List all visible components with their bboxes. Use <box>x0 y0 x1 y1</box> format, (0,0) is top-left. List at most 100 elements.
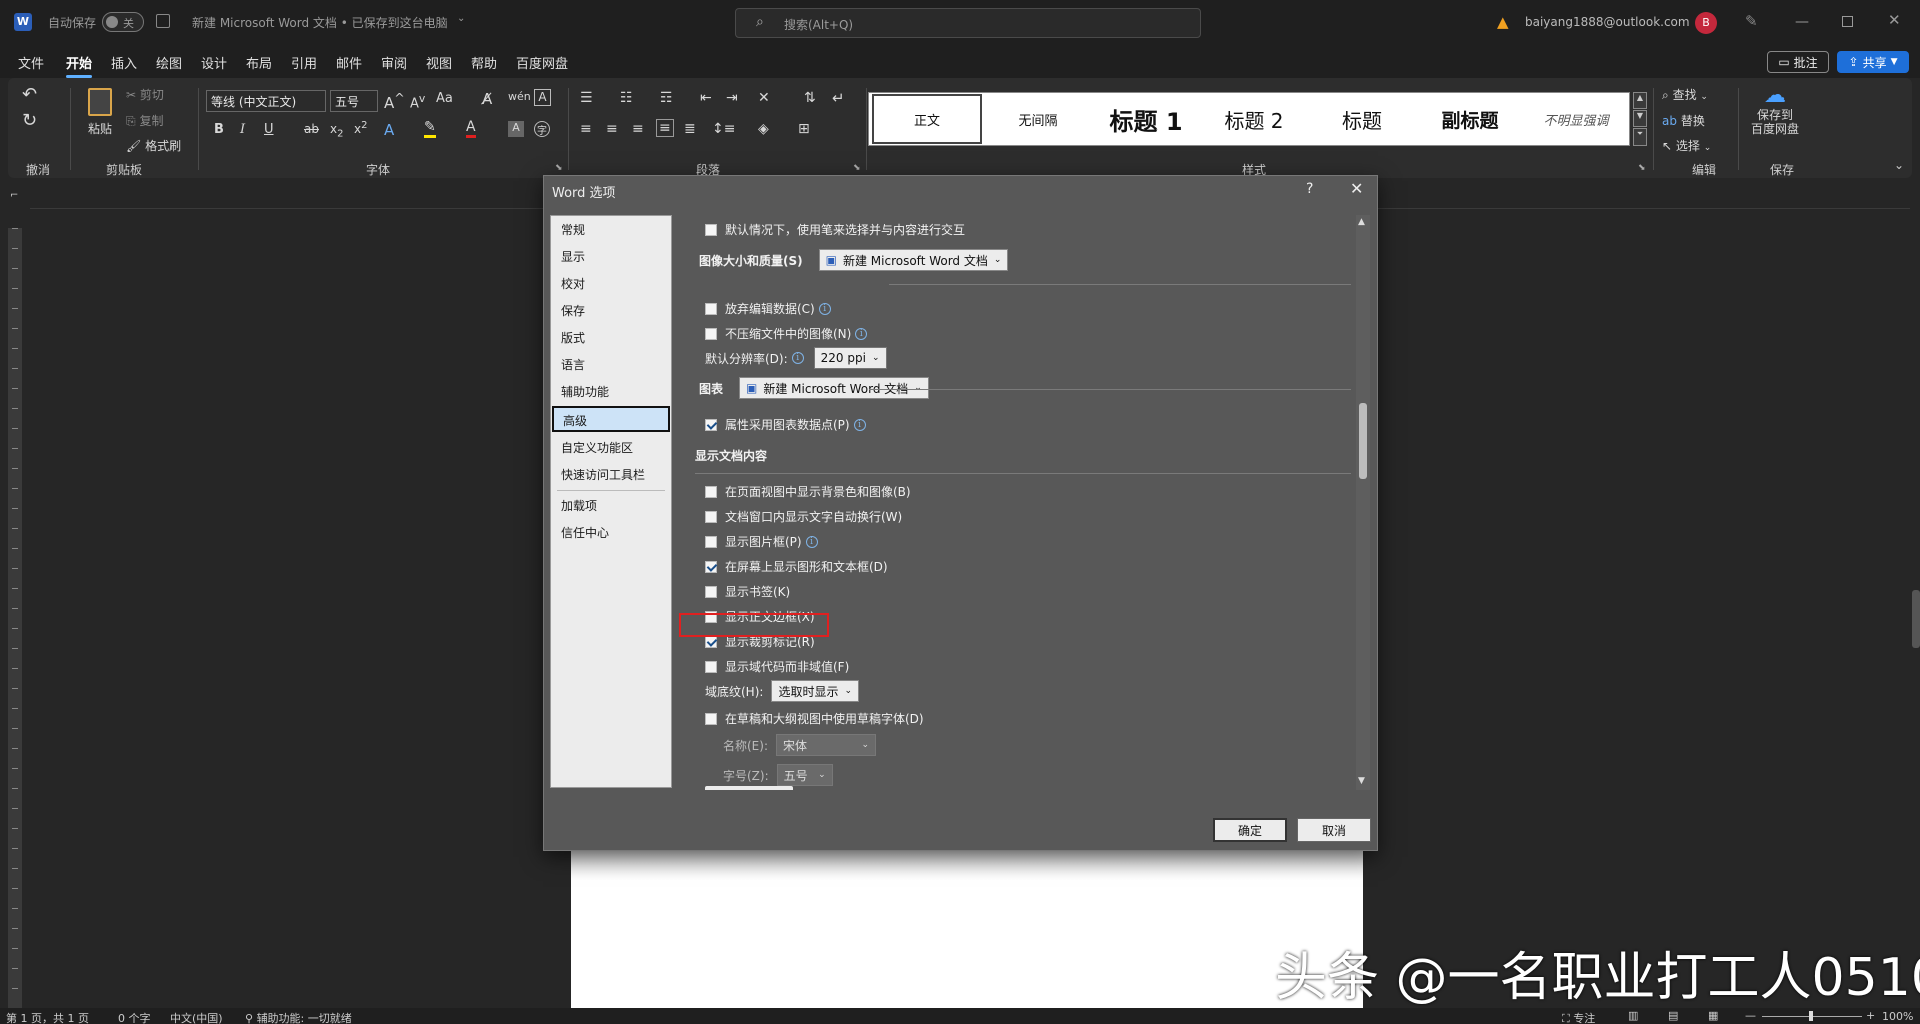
style-normal[interactable]: 正文 <box>872 94 982 144</box>
no-compress-option[interactable]: 不压缩文件中的图像(N) i <box>705 325 868 342</box>
paste-button[interactable]: 粘贴 <box>82 88 118 137</box>
nav-item-accessibility[interactable]: 辅助功能 <box>561 383 609 400</box>
align-left-icon[interactable]: ≡ <box>580 121 592 137</box>
underline-icon[interactable]: U <box>264 122 274 137</box>
borders-icon[interactable]: ⊞ <box>798 121 810 137</box>
minimize-icon[interactable]: — <box>1795 14 1809 30</box>
word-count[interactable]: 0 个字 <box>118 1010 151 1024</box>
restore-icon[interactable] <box>1842 16 1853 27</box>
style-subtle-emphasis[interactable]: 不明显强调 <box>1526 94 1626 144</box>
help-icon[interactable]: ? <box>1306 181 1313 197</box>
opt-draft-font[interactable]: 在草稿和大纲视图中使用草稿字体(D) <box>705 710 924 727</box>
nav-item-display[interactable]: 显示 <box>561 248 585 265</box>
tab-insert[interactable]: 插入 <box>111 53 137 72</box>
styles-dialog-launcher-icon[interactable]: ⬊ <box>1638 163 1646 173</box>
style-heading-2[interactable]: 标题 2 <box>1202 94 1306 144</box>
ok-button[interactable]: 确定 <box>1213 818 1287 842</box>
comment-button[interactable]: ▭ 批注 <box>1767 51 1829 73</box>
nav-item-customize-ribbon[interactable]: 自定义功能区 <box>561 439 633 456</box>
save-to-baidu-button[interactable]: ☁ 保存到 百度网盘 <box>1748 84 1802 137</box>
change-case-icon[interactable]: Aa <box>436 91 453 106</box>
highlight-icon[interactable]: ✎ <box>424 119 436 138</box>
font-name-select[interactable]: 等线 (中文正文) <box>206 90 326 112</box>
styles-scroll-down-icon[interactable]: ▼ <box>1633 110 1647 127</box>
opt-field-codes[interactable]: 显示域代码而非域值(F) <box>705 658 849 675</box>
nav-item-addins[interactable]: 加载项 <box>561 497 597 514</box>
read-mode-icon[interactable]: ▥ <box>1628 1009 1638 1022</box>
styles-scroll-up-icon[interactable]: ▲ <box>1633 92 1647 109</box>
warning-icon[interactable]: ▲ <box>1497 13 1509 31</box>
tab-design[interactable]: 设计 <box>201 53 227 72</box>
tab-references[interactable]: 引用 <box>291 53 317 72</box>
autosave-toggle[interactable]: 关 <box>102 12 144 32</box>
resolution-select[interactable]: 220 ppi ⌄ <box>813 347 887 369</box>
zoom-in-icon[interactable]: + <box>1866 1009 1875 1022</box>
line-spacing-icon[interactable]: ↕≡ <box>712 121 735 137</box>
distribute-icon[interactable]: ≣ <box>684 121 696 137</box>
scroll-up-icon[interactable]: ▲ <box>1358 217 1365 227</box>
grow-font-icon[interactable]: A^ <box>384 90 405 112</box>
copy-button[interactable]: ⎘ 复制 <box>126 112 163 129</box>
zoom-out-icon[interactable]: — <box>1745 1009 1756 1022</box>
zoom-slider[interactable] <box>1762 1011 1862 1021</box>
web-layout-icon[interactable]: ▦ <box>1708 1009 1718 1022</box>
italic-icon[interactable]: I <box>240 122 245 137</box>
focus-button[interactable]: ⛶ 专注 <box>1562 1010 1595 1024</box>
draft-font-size-select[interactable]: 五号 ⌄ <box>776 764 833 786</box>
checkbox[interactable] <box>705 585 717 598</box>
checkbox[interactable] <box>705 510 717 523</box>
nav-item-language[interactable]: 语言 <box>561 356 585 373</box>
right-scroll-handle[interactable] <box>1912 590 1920 648</box>
show-marks-icon[interactable]: ↵ <box>832 89 845 107</box>
redo-icon[interactable]: ↻ <box>22 110 37 131</box>
style-heading-1[interactable]: 标题 1 <box>1094 94 1198 144</box>
document-title[interactable]: 新建 Microsoft Word 文档 • 已保存到这台电脑 <box>192 14 448 31</box>
draft-font-name-select[interactable]: 宋体 ⌄ <box>776 734 876 756</box>
tab-home[interactable]: 开始 <box>66 53 93 78</box>
char-border-icon[interactable]: A <box>534 89 551 106</box>
close-icon[interactable]: ✕ <box>1888 11 1901 29</box>
tab-review[interactable]: 审阅 <box>381 53 407 72</box>
subscript-icon[interactable]: x2 <box>330 122 343 139</box>
nav-item-proofing[interactable]: 校对 <box>561 275 585 292</box>
decrease-indent-icon[interactable]: ⇤ <box>700 90 712 106</box>
replace-button[interactable]: ab 替换 <box>1662 112 1705 129</box>
styles-more-icon[interactable]: ⏷ <box>1633 128 1647 146</box>
superscript-icon[interactable]: x2 <box>354 120 367 136</box>
shading-icon[interactable]: ◈ <box>758 121 769 137</box>
search-box[interactable]: ⌕ 搜索(Alt+Q) <box>735 8 1201 38</box>
shrink-font-icon[interactable]: Av <box>410 92 425 111</box>
close-icon[interactable]: ✕ <box>1350 179 1363 198</box>
tab-draw[interactable]: 绘图 <box>156 53 182 72</box>
account-email[interactable]: baiyang1888@outlook.com <box>1525 15 1690 29</box>
char-shading-icon[interactable]: A <box>508 121 524 137</box>
zoom-slider-thumb[interactable] <box>1809 1011 1813 1021</box>
image-doc-select[interactable]: ▣ 新建 Microsoft Word 文档 ⌄ <box>818 249 1009 271</box>
chinese-layout-icon[interactable]: ✕ <box>758 90 770 106</box>
opt-drawings-textboxes[interactable]: 在屏幕上显示图形和文本框(D) <box>705 558 888 575</box>
phonetic-icon[interactable]: wén <box>508 90 531 103</box>
bullets-icon[interactable]: ☰ <box>580 90 593 106</box>
clear-format-icon[interactable]: A̸ <box>482 90 492 108</box>
nav-item-quick-access[interactable]: 快速访问工具栏 <box>561 466 645 483</box>
strikethrough-icon[interactable]: ab <box>304 122 319 136</box>
sort-icon[interactable]: ⇅ <box>804 90 816 106</box>
style-title[interactable]: 标题 <box>1310 94 1414 144</box>
style-no-spacing[interactable]: 无间隔 <box>986 94 1090 144</box>
scroll-thumb[interactable] <box>1359 403 1367 479</box>
paragraph-dialog-launcher-icon[interactable]: ⬊ <box>853 163 861 173</box>
nav-item-typography[interactable]: 版式 <box>561 329 585 346</box>
language-status[interactable]: 中文(中国) <box>170 1010 223 1024</box>
nav-item-advanced[interactable]: 高级 <box>552 406 670 432</box>
opt-background-images[interactable]: 在页面视图中显示背景色和图像(B) <box>705 483 911 500</box>
pen-icon[interactable]: ✎ <box>1745 12 1758 30</box>
avatar[interactable]: B <box>1695 12 1717 34</box>
checkbox[interactable] <box>705 635 717 648</box>
chart-doc-select[interactable]: ▣ 新建 Microsoft Word 文档 ⌄ <box>739 377 929 399</box>
font-color-icon[interactable]: A <box>466 119 476 138</box>
numbering-icon[interactable]: ☷ <box>620 90 633 106</box>
checkbox[interactable] <box>705 418 717 431</box>
save-icon[interactable] <box>156 14 170 28</box>
checkbox[interactable] <box>705 485 717 498</box>
collapse-ribbon-icon[interactable]: ⌄ <box>1894 158 1904 172</box>
